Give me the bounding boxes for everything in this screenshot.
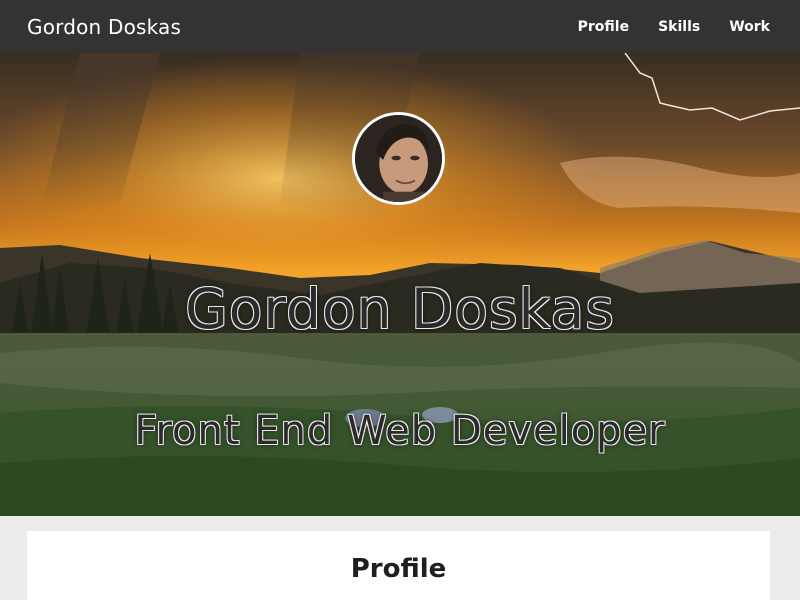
hero-name-heading: Gordon Doskas	[185, 277, 615, 341]
nav-links: Profile Skills Work	[578, 19, 770, 35]
hero-job-title: Front End Web Developer	[134, 408, 666, 454]
brand-link[interactable]: Gordon Doskas	[27, 15, 181, 39]
section-title: Profile	[350, 554, 447, 584]
profile-avatar	[352, 112, 445, 205]
nav-link-work[interactable]: Work	[729, 19, 770, 35]
nav-link-profile[interactable]: Profile	[578, 19, 629, 35]
top-navbar: Gordon Doskas Profile Skills Work	[0, 0, 800, 53]
hero-banner: Gordon Doskas Front End Web Developer	[0, 53, 800, 516]
nav-link-skills[interactable]: Skills	[658, 19, 700, 35]
profile-section-card: Profile	[27, 531, 770, 600]
portrait-icon	[355, 115, 442, 202]
